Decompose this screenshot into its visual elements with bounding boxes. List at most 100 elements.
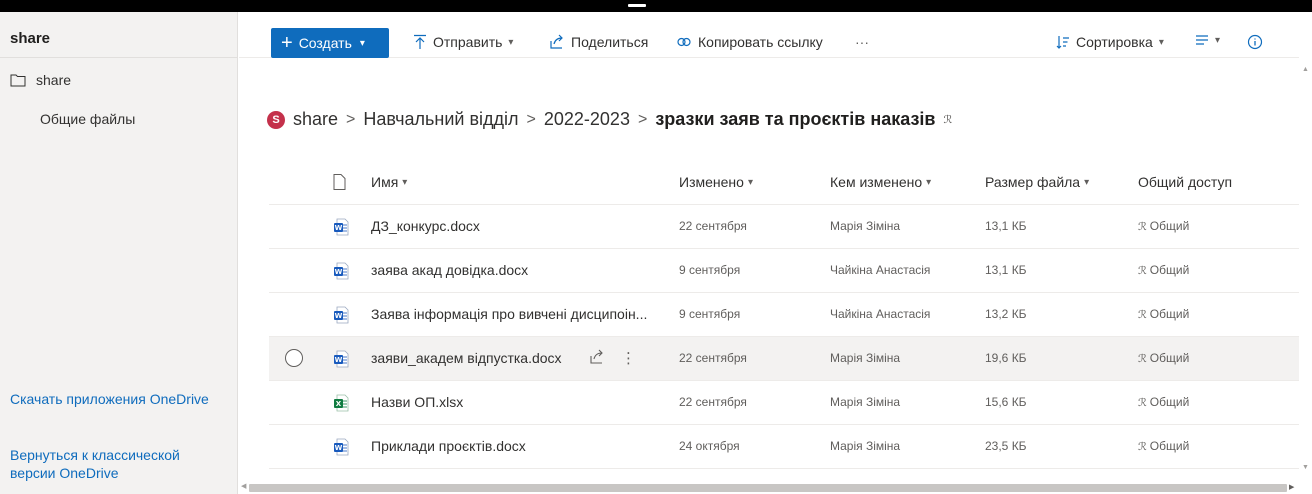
scrollbar-thumb[interactable] <box>249 484 1287 492</box>
modified-by[interactable]: Марія Зіміна <box>830 219 900 233</box>
sharing-label: Общий <box>1149 219 1190 233</box>
breadcrumb-item[interactable]: Навчальний відділ <box>363 109 518 130</box>
chevron-down-icon: ▾ <box>747 176 753 188</box>
word-file-icon: W <box>333 218 349 236</box>
sharing-status[interactable]: ℛ Общий <box>1138 219 1189 233</box>
sidebar-item-label: share <box>36 72 72 88</box>
modified-by[interactable]: Чайкіна Анастасія <box>830 307 930 321</box>
row-share-icon[interactable] <box>589 349 605 369</box>
create-label: Создать <box>298 35 352 51</box>
file-name[interactable]: Приклади проєктів.docx <box>371 438 526 454</box>
copy-link-button[interactable]: Копировать ссылку <box>676 34 823 50</box>
people-icon: ℛ <box>1138 265 1147 277</box>
modified-by[interactable]: Марія Зіміна <box>830 351 900 365</box>
upload-button[interactable]: Отправить ▾ <box>413 34 513 50</box>
file-size: 13,1 КБ <box>985 263 1027 277</box>
column-label: Изменено <box>679 174 744 190</box>
scroll-left-icon[interactable]: ◀ <box>241 482 246 490</box>
file-size: 15,6 КБ <box>985 395 1027 409</box>
modified-by[interactable]: Марія Зіміна <box>830 395 900 409</box>
people-icon: ℛ <box>1138 353 1147 365</box>
breadcrumb-item[interactable]: share <box>293 109 338 130</box>
column-header-modified-by[interactable]: Кем изменено ▾ <box>830 174 931 190</box>
scroll-right-icon[interactable]: ▶ <box>1289 483 1294 491</box>
sort-button[interactable]: Сортировка ▾ <box>1056 34 1164 50</box>
folder-icon <box>10 74 26 87</box>
file-size: 23,5 КБ <box>985 439 1027 453</box>
download-apps-link[interactable]: Скачать приложения OneDrive <box>10 390 220 408</box>
people-icon: ℛ <box>1138 309 1147 321</box>
file-name[interactable]: Назви ОП.xlsx <box>371 394 463 410</box>
drag-handle[interactable] <box>628 4 646 7</box>
file-type-icon[interactable] <box>333 174 346 190</box>
modified-date: 24 октября <box>679 439 740 453</box>
table-row[interactable]: W Приклади проєктів.docx 24 октября Марія З… <box>269 425 1299 469</box>
file-name[interactable]: заяви_академ відпустка.docx <box>371 350 562 366</box>
modified-date: 22 сентября <box>679 351 747 365</box>
word-file-icon: W <box>333 350 349 368</box>
chevron-down-icon: ▾ <box>1215 34 1221 46</box>
view-options-button[interactable]: ▾ <box>1195 34 1220 46</box>
file-name[interactable]: Заява інформація про вивчені дисципоін..… <box>371 306 647 322</box>
shared-icon: ℛ <box>943 114 953 126</box>
table-row[interactable]: Wзаяви_академ відпустка.docx ⋮ 22 сентября… <box>269 337 1299 381</box>
sort-label: Сортировка <box>1076 34 1153 50</box>
sharing-status[interactable]: ℛ Общий <box>1138 307 1189 321</box>
column-header-sharing[interactable]: Общий доступ <box>1138 174 1232 190</box>
horizontal-scrollbar[interactable]: ◀ ▶ <box>239 482 1299 494</box>
site-title[interactable]: share <box>0 30 238 58</box>
sidebar-item-share[interactable]: share <box>10 72 71 88</box>
column-label: Размер файла <box>985 174 1081 190</box>
column-header-name[interactable]: Имя ▾ <box>371 174 407 190</box>
modified-date: 9 сентября <box>679 263 741 277</box>
sidebar: share share Общие файлы Скачать приложен… <box>0 12 238 494</box>
table-row[interactable]: X Назви ОП.xlsx 22 сентября Марія Зіміна 15,… <box>269 381 1299 425</box>
more-button[interactable]: ··· <box>855 34 869 50</box>
plus-icon: + <box>281 32 293 54</box>
share-label: Поделиться <box>571 34 649 50</box>
file-name[interactable]: заява акад довідка.docx <box>371 262 528 278</box>
svg-text:W: W <box>335 444 343 452</box>
window-top-bar <box>0 0 1312 12</box>
sharing-status[interactable]: ℛ Общий <box>1138 395 1189 409</box>
chevron-down-icon: ▾ <box>1084 176 1090 188</box>
vertical-scrollbar[interactable]: ▲ ▼ <box>1299 58 1312 494</box>
breadcrumb: S share > Навчальний відділ > 2022-2023 … <box>267 109 952 130</box>
modified-by[interactable]: Марія Зіміна <box>830 439 900 453</box>
scroll-down-icon[interactable]: ▼ <box>1302 464 1309 471</box>
sharing-label: Общий <box>1149 395 1190 409</box>
column-label: Имя <box>371 174 399 190</box>
copy-link-label: Копировать ссылку <box>698 34 823 50</box>
breadcrumb-item[interactable]: 2022-2023 <box>544 109 630 130</box>
sidebar-item-shared-files[interactable]: Общие файлы <box>40 111 135 127</box>
chevron-down-icon: ▾ <box>359 37 365 49</box>
scroll-up-icon[interactable]: ▲ <box>1302 66 1309 73</box>
sharing-status[interactable]: ℛ Общий <box>1138 263 1189 277</box>
svg-text:W: W <box>335 224 343 232</box>
table-row[interactable]: W ДЗ_конкурс.docx 22 сентября Марія Зіміна 1… <box>269 205 1299 249</box>
file-list: Имя ▾ Изменено ▾ Кем изменено ▾ Размер файл… <box>269 160 1299 469</box>
people-icon: ℛ <box>1138 397 1147 409</box>
column-header-modified[interactable]: Изменено ▾ <box>679 174 753 190</box>
chevron-right-icon: > <box>526 110 536 128</box>
create-button[interactable]: + Создать ▾ <box>271 28 389 58</box>
sharing-status[interactable]: ℛ Общий <box>1138 439 1189 453</box>
row-select-radio[interactable] <box>285 349 303 367</box>
column-header-size[interactable]: Размер файла ▾ <box>985 174 1089 190</box>
file-name[interactable]: ДЗ_конкурс.docx <box>371 218 480 234</box>
svg-text:X: X <box>336 400 342 408</box>
excel-file-icon: X <box>333 394 349 412</box>
modified-by[interactable]: Чайкіна Анастасія <box>830 263 930 277</box>
info-button[interactable] <box>1247 34 1263 50</box>
table-row[interactable]: W Заява інформація про вивчені дисципоін.… <box>269 293 1299 337</box>
main-content: + Создать ▾ Отправить ▾ Поделиться Копир… <box>239 12 1312 494</box>
row-more-icon[interactable]: ⋮ <box>621 349 636 367</box>
file-size: 13,1 КБ <box>985 219 1027 233</box>
file-size: 13,2 КБ <box>985 307 1027 321</box>
site-badge: S <box>267 110 285 129</box>
share-button[interactable]: Поделиться <box>549 34 648 50</box>
classic-version-link[interactable]: Вернуться к классической версии OneDrive <box>10 446 220 482</box>
sharing-status[interactable]: ℛ Общий <box>1138 351 1189 365</box>
table-row[interactable]: Wзаява акад довідка.docx 9 сентября Чайкін… <box>269 249 1299 293</box>
link-icon <box>677 37 691 47</box>
